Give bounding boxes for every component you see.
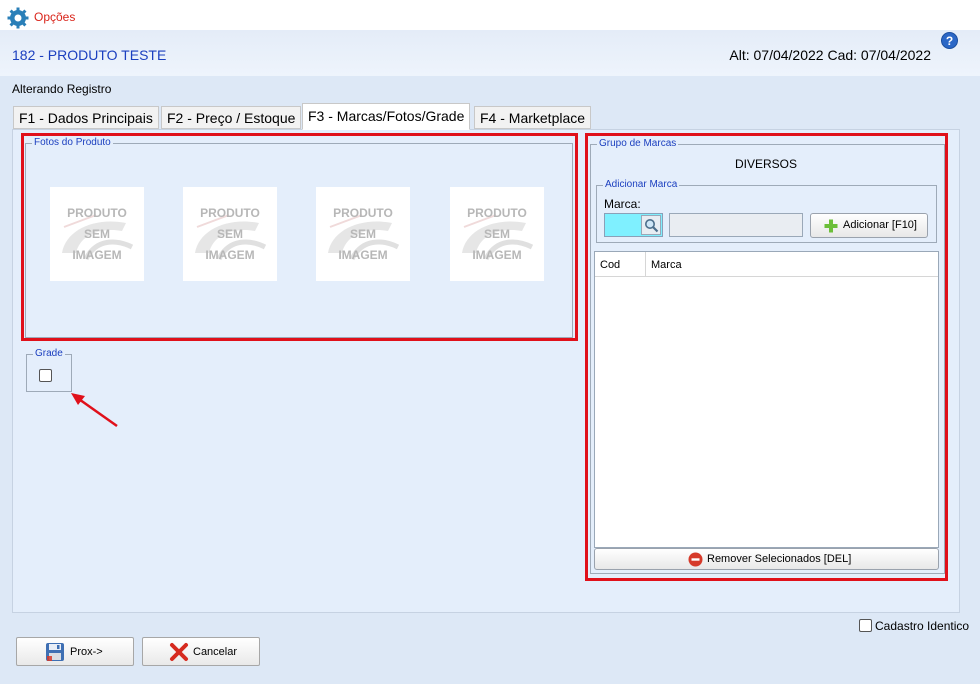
grade-legend: Grade bbox=[33, 348, 65, 360]
tab-preco-estoque[interactable]: F2 - Preço / Estoque bbox=[161, 106, 302, 129]
grade-checkbox[interactable] bbox=[39, 369, 52, 382]
annotation-arrow-icon bbox=[71, 393, 118, 428]
brands-highlight-frame bbox=[585, 133, 948, 581]
cadastro-identico-label: Cadastro Identico bbox=[875, 619, 970, 633]
status-text: Alterando Registro bbox=[12, 82, 112, 96]
cadastro-identico-checkbox[interactable] bbox=[859, 619, 872, 632]
record-dates: Alt: 07/04/2022 Cad: 07/04/2022 bbox=[729, 47, 931, 63]
title-bar: Opções bbox=[0, 0, 980, 30]
photos-highlight-frame bbox=[21, 133, 578, 341]
next-button[interactable]: Prox-> bbox=[16, 637, 134, 666]
tab-marketplace[interactable]: F4 - Marketplace bbox=[474, 106, 592, 129]
product-title: 182 - PRODUTO TESTE bbox=[12, 47, 167, 63]
window-title: Opções bbox=[34, 10, 76, 24]
tab-marcas-fotos-grade[interactable]: F3 - Marcas/Fotos/Grade bbox=[302, 103, 471, 130]
help-icon[interactable]: ? bbox=[941, 32, 958, 49]
cancel-button[interactable]: Cancelar bbox=[142, 637, 260, 666]
gear-icon bbox=[7, 7, 29, 29]
tab-dados-principais[interactable]: F1 - Dados Principais bbox=[13, 106, 159, 129]
floppy-disk-icon bbox=[46, 643, 64, 661]
red-x-icon bbox=[170, 643, 188, 661]
